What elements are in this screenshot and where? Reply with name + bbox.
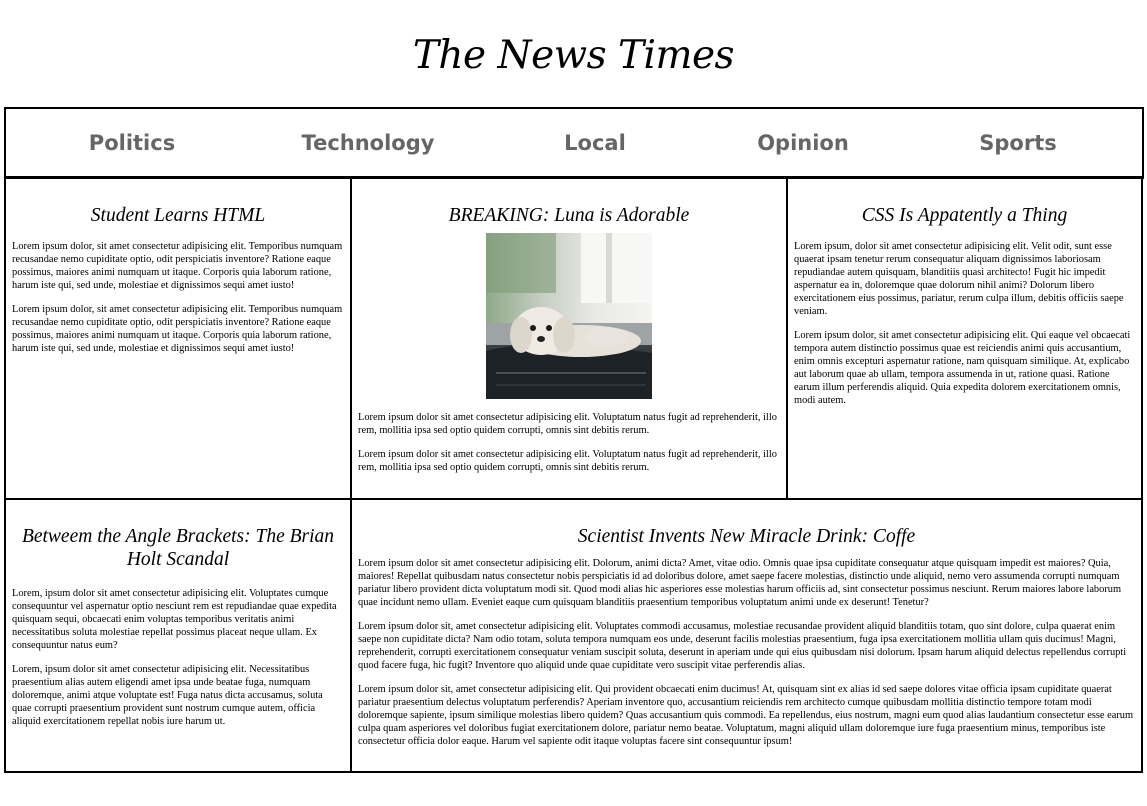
article-brian-holt-scandal: Betweem the Angle Brackets: The Brian Ho… (4, 498, 352, 773)
article-title: Scientist Invents New Miracle Drink: Cof… (577, 526, 916, 547)
article-css-thing: CSS Is Appatently a Thing Lorem ipsum, d… (786, 176, 1143, 500)
nav-link-politics[interactable]: Politics (89, 109, 175, 177)
article-paragraph: Lorem ipsum dolor sit, amet consectetur … (358, 684, 1134, 747)
article-luna-adorable: BREAKING: Luna is Adorable Lorem ipsum d… (350, 176, 788, 500)
article-paragraph: Lorem ipsum dolor sit amet consectetur a… (358, 412, 777, 436)
nav-link-local[interactable]: Local (564, 109, 626, 177)
site-title: The News Times (412, 33, 735, 78)
article-title: Betweem the Angle Brackets: The Brian Ho… (21, 526, 335, 570)
article-paragraph: Lorem ipsum dolor, sit amet consectetur … (12, 304, 343, 354)
nav-link-sports[interactable]: Sports (979, 109, 1056, 177)
article-paragraph: Lorem ipsum, dolor sit amet consectetur … (794, 241, 1124, 317)
article-student-learns-html: Student Learns HTML Lorem ipsum dolor, s… (4, 176, 352, 500)
article-title: Student Learns HTML (90, 205, 266, 226)
article-title: BREAKING: Luna is Adorable (448, 205, 690, 226)
nav-link-opinion[interactable]: Opinion (757, 109, 849, 177)
article-photo (486, 233, 652, 399)
article-paragraph: Lorem ipsum dolor, sit amet consectetur … (794, 330, 1131, 406)
article-paragraph: Lorem, ipsum dolor sit amet consectetur … (12, 664, 323, 727)
article-paragraph: Lorem ipsum dolor sit amet consectetur a… (358, 558, 1122, 608)
nav-link-technology[interactable]: Technology (302, 109, 435, 177)
main-nav: Politics Technology Local Opinion Sports (4, 107, 1144, 179)
article-miracle-drink: Scientist Invents New Miracle Drink: Cof… (350, 498, 1143, 773)
article-paragraph: Lorem ipsum dolor sit, amet consectetur … (358, 621, 1127, 671)
article-paragraph: Lorem ipsum dolor, sit amet consectetur … (12, 241, 343, 291)
article-paragraph: Lorem ipsum dolor sit amet consectetur a… (358, 449, 777, 473)
article-paragraph: Lorem, ipsum dolor sit amet consectetur … (12, 588, 337, 651)
article-title: CSS Is Appatently a Thing (861, 205, 1068, 226)
